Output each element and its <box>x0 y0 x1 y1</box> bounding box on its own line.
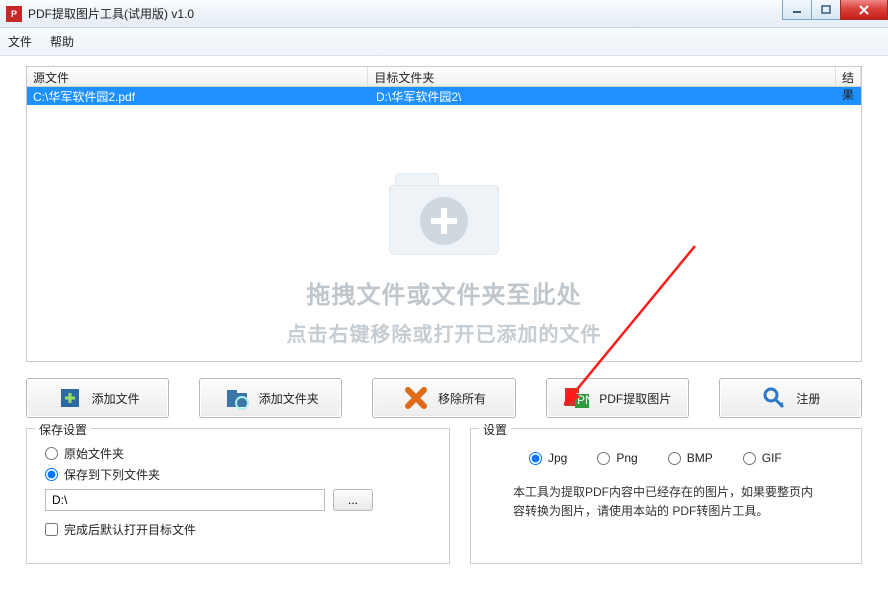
extract-button[interactable]: PDFPNG PDF提取图片 <box>546 378 689 418</box>
title-bar: P PDF提取图片工具(试用版) v1.0 <box>0 0 888 28</box>
register-icon <box>760 384 788 412</box>
settings-group: 设置 Jpg Png BMP GIF 本工具为提取PDF内容中已经存在的图片，如… <box>470 428 862 564</box>
radio-custom-folder[interactable]: 保存到下列文件夹 <box>45 466 431 483</box>
folder-plus-icon <box>389 167 499 255</box>
radio-jpg[interactable]: Jpg <box>529 451 567 465</box>
radio-jpg-input[interactable] <box>529 452 542 465</box>
app-icon: P <box>6 6 22 22</box>
radio-original-input[interactable] <box>45 447 58 460</box>
radio-bmp-input[interactable] <box>668 452 681 465</box>
path-row: ... <box>45 489 431 511</box>
file-table[interactable]: 源文件 目标文件夹 结果 C:\华军软件园2.pdf D:\华军软件园2\ 拖拽… <box>26 66 862 362</box>
settings-legend: 设置 <box>479 421 511 438</box>
extract-label: PDF提取图片 <box>599 390 671 407</box>
open-after-label: 完成后默认打开目标文件 <box>64 521 196 538</box>
minimize-button[interactable] <box>782 0 812 20</box>
add-file-button[interactable]: 添加文件 <box>26 378 169 418</box>
minimize-icon <box>792 5 802 15</box>
path-input[interactable] <box>45 489 325 511</box>
radio-custom-label: 保存到下列文件夹 <box>64 466 160 483</box>
add-file-label: 添加文件 <box>92 390 140 407</box>
cell-source: C:\华军软件园2.pdf <box>27 87 370 105</box>
save-settings-legend: 保存设置 <box>35 421 91 438</box>
add-folder-button[interactable]: 添加文件夹 <box>199 378 342 418</box>
close-button[interactable] <box>840 0 888 20</box>
open-after-checkbox[interactable]: 完成后默认打开目标文件 <box>45 521 431 538</box>
radio-gif-label: GIF <box>762 451 782 465</box>
col-source[interactable]: 源文件 <box>27 67 368 86</box>
svg-text:PNG: PNG <box>577 393 591 407</box>
drop-hint: 拖拽文件或文件夹至此处 点击右键移除或打开已添加的文件 <box>27 167 861 347</box>
menu-file[interactable]: 文件 <box>8 33 32 50</box>
remove-all-button[interactable]: 移除所有 <box>372 378 515 418</box>
lower-panels: 保存设置 原始文件夹 保存到下列文件夹 ... 完成后默认打开目标文件 设置 J… <box>26 428 862 564</box>
radio-gif-input[interactable] <box>743 452 756 465</box>
radio-png-label: Png <box>616 451 637 465</box>
content-area: 源文件 目标文件夹 结果 C:\华军软件园2.pdf D:\华军软件园2\ 拖拽… <box>0 56 888 574</box>
cell-result <box>840 87 861 105</box>
extract-icon: PDFPNG <box>563 384 591 412</box>
cell-target: D:\华军软件园2\ <box>370 87 840 105</box>
window-title: PDF提取图片工具(试用版) v1.0 <box>28 5 194 22</box>
radio-gif[interactable]: GIF <box>743 451 782 465</box>
browse-button[interactable]: ... <box>333 489 373 511</box>
close-icon <box>858 4 870 16</box>
table-header: 源文件 目标文件夹 结果 <box>27 67 861 87</box>
format-row: Jpg Png BMP GIF <box>523 447 809 469</box>
menu-bar: 文件 帮助 <box>0 28 888 56</box>
radio-bmp-label: BMP <box>687 451 713 465</box>
browse-label: ... <box>348 493 358 507</box>
remove-all-icon <box>402 384 430 412</box>
add-folder-label: 添加文件夹 <box>259 390 319 407</box>
save-settings-group: 保存设置 原始文件夹 保存到下列文件夹 ... 完成后默认打开目标文件 <box>26 428 450 564</box>
radio-original-folder[interactable]: 原始文件夹 <box>45 445 431 462</box>
table-row[interactable]: C:\华军软件园2.pdf D:\华军软件园2\ <box>27 87 861 105</box>
register-button[interactable]: 注册 <box>719 378 862 418</box>
radio-png[interactable]: Png <box>597 451 637 465</box>
toolbar: 添加文件 添加文件夹 移除所有 PDFPNG PDF提取图片 注册 <box>26 378 862 418</box>
maximize-icon <box>821 5 831 15</box>
open-after-input[interactable] <box>45 523 58 536</box>
add-folder-icon <box>223 384 251 412</box>
drop-hint-line2: 点击右键移除或打开已添加的文件 <box>27 318 861 347</box>
drop-hint-line1: 拖拽文件或文件夹至此处 <box>27 275 861 310</box>
radio-original-label: 原始文件夹 <box>64 445 124 462</box>
col-target[interactable]: 目标文件夹 <box>368 67 836 86</box>
window-controls <box>783 0 888 20</box>
radio-bmp[interactable]: BMP <box>668 451 713 465</box>
col-result[interactable]: 结果 <box>836 67 861 86</box>
remove-all-label: 移除所有 <box>438 390 486 407</box>
maximize-button[interactable] <box>811 0 841 20</box>
menu-help[interactable]: 帮助 <box>50 33 74 50</box>
add-file-icon <box>56 384 84 412</box>
radio-png-input[interactable] <box>597 452 610 465</box>
radio-jpg-label: Jpg <box>548 451 567 465</box>
register-label: 注册 <box>796 390 820 407</box>
radio-custom-input[interactable] <box>45 468 58 481</box>
settings-description: 本工具为提取PDF内容中已经存在的图片，如果要整页内容转换为图片，请使用本站的 … <box>513 483 819 521</box>
